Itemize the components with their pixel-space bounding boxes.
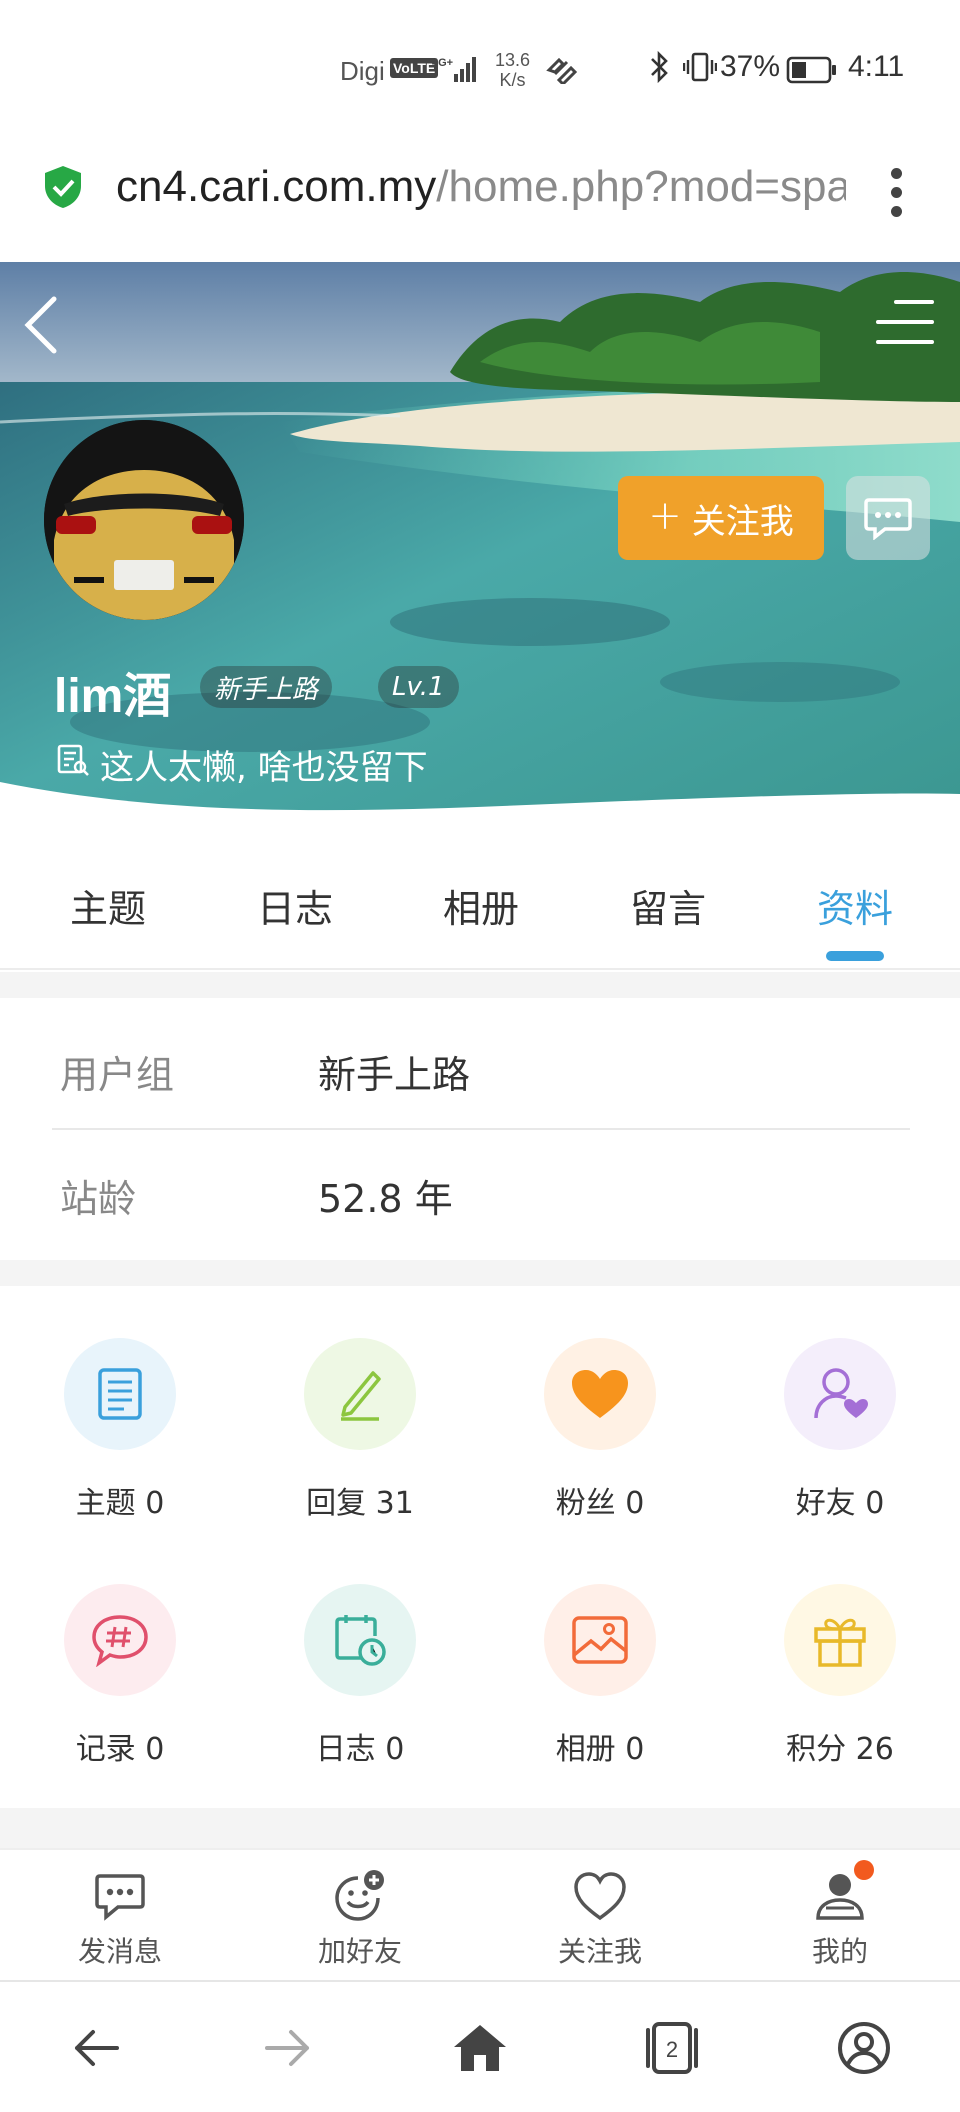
net-speed-unit: K/s xyxy=(499,70,526,90)
info-value: 52.8 年 xyxy=(318,1177,453,1221)
back-arrow-icon[interactable] xyxy=(20,295,64,355)
message-bubble-icon[interactable] xyxy=(846,476,930,560)
stat-label: 积分 26 xyxy=(786,1732,894,1767)
stat-friends[interactable]: 好友 0 xyxy=(740,1338,940,1522)
document-icon xyxy=(64,1338,176,1450)
my-account-button[interactable]: 我的 xyxy=(740,1860,940,1970)
browser-back-icon[interactable] xyxy=(64,2016,128,2080)
hashtag-bubble-icon xyxy=(64,1584,176,1696)
active-tab-indicator xyxy=(826,951,884,961)
pencil-icon xyxy=(304,1338,416,1450)
heart-icon xyxy=(544,1338,656,1450)
notification-dot xyxy=(854,1860,874,1880)
stat-label: 记录 0 xyxy=(75,1732,165,1767)
secure-shield-icon[interactable] xyxy=(42,164,84,210)
browser-menu-icon[interactable] xyxy=(882,164,910,220)
clock: 4:11 xyxy=(848,50,905,83)
stat-label: 相册 0 xyxy=(555,1732,645,1767)
status-bar: Digi VoLTE 4G+ 13.6 K/s 37% 4:11 xyxy=(0,0,960,120)
username: lim酒 xyxy=(54,670,172,723)
tab-count: 2 xyxy=(666,2037,678,2062)
net-speed-value: 13.6 xyxy=(495,50,531,70)
send-message-button[interactable]: 发消息 xyxy=(20,1868,220,1970)
stat-blogs[interactable]: 日志 0 xyxy=(260,1584,460,1768)
action-label: 关注我 xyxy=(557,1935,642,1968)
profile-tabs: 主题 日志 相册 留言 资料 xyxy=(0,838,960,970)
section-gap xyxy=(0,1260,960,1286)
hamburger-menu-icon[interactable] xyxy=(876,298,934,348)
signature-text: 这人太懒, 啥也没留下 xyxy=(100,748,428,788)
level-badge: Lv.1 xyxy=(378,666,459,708)
friend-icon xyxy=(784,1338,896,1450)
follow-button[interactable]: + 关注我 xyxy=(618,476,824,560)
stat-label: 回复 31 xyxy=(306,1486,414,1521)
url-domain: cn4.cari.com.my xyxy=(116,162,437,211)
stat-points[interactable]: 积分 26 xyxy=(740,1584,940,1768)
follow-button-label: 关注我 xyxy=(691,501,794,542)
action-label: 我的 xyxy=(811,1935,868,1968)
signature: 这人太懒, 啥也没留下 xyxy=(56,740,428,789)
signal-icon: 4G+ xyxy=(432,54,482,92)
bluetooth-icon xyxy=(648,50,672,92)
browser-tabs-icon[interactable]: 2 xyxy=(640,2016,704,2080)
browser-home-icon[interactable] xyxy=(448,2016,512,2080)
stat-albums[interactable]: 相册 0 xyxy=(500,1584,700,1768)
message-icon xyxy=(92,1868,148,1924)
stat-label: 主题 0 xyxy=(75,1486,165,1521)
stat-label: 粉丝 0 xyxy=(555,1486,645,1521)
action-label: 发消息 xyxy=(77,1935,162,1968)
tab-profile-info[interactable]: 资料 xyxy=(785,878,925,933)
tab-topics[interactable]: 主题 xyxy=(38,878,178,933)
calendar-clock-icon xyxy=(304,1584,416,1696)
user-icon xyxy=(812,1860,874,1924)
tab-album[interactable]: 相册 xyxy=(411,878,551,933)
tab-messages[interactable]: 留言 xyxy=(598,878,738,933)
net-speed: 13.6 K/s xyxy=(495,50,530,90)
divider xyxy=(52,1128,910,1130)
plus-icon: + xyxy=(648,493,682,539)
data-saver-icon xyxy=(545,56,578,92)
avatar[interactable] xyxy=(44,420,244,620)
info-label: 用户组 xyxy=(60,1053,175,1097)
stat-topics[interactable]: 主题 0 xyxy=(20,1338,220,1522)
info-row-user-group: 用户组 新手上路 xyxy=(52,1002,910,1126)
battery-percent: 37% xyxy=(720,50,781,83)
vibrate-icon xyxy=(682,50,718,92)
tab-blog[interactable]: 日志 xyxy=(225,878,365,933)
profile-action-bar: 发消息 加好友 关注我 我的 xyxy=(0,1848,960,1980)
browser-forward-icon[interactable] xyxy=(256,2016,320,2080)
browser-bottom-nav: 2 xyxy=(0,1980,960,2112)
url-text[interactable]: cn4.cari.com.my/home.php?mod=spa xyxy=(116,162,846,212)
browser-url-bar[interactable]: cn4.cari.com.my/home.php?mod=spa xyxy=(0,120,960,262)
gift-icon xyxy=(784,1584,896,1696)
network-type: 4G+ xyxy=(432,57,453,69)
info-label: 站龄 xyxy=(60,1177,137,1221)
stat-label: 好友 0 xyxy=(795,1486,885,1521)
info-row-site-age: 站龄 52.8 年 xyxy=(52,1126,910,1250)
add-friend-button[interactable]: 加好友 xyxy=(260,1868,460,1970)
add-friend-icon xyxy=(332,1868,388,1924)
info-value: 新手上路 xyxy=(318,1053,471,1097)
follow-me-button[interactable]: 关注我 xyxy=(500,1868,700,1970)
section-gap xyxy=(0,972,960,998)
user-group-badge: 新手上路 xyxy=(200,666,333,708)
stat-replies[interactable]: 回复 31 xyxy=(260,1338,460,1522)
browser-account-icon[interactable] xyxy=(832,2016,896,2080)
stats-grid: 主题 0 回复 31 粉丝 0 好友 0 记录 0 日志 0 相册 0 积分 2… xyxy=(0,1286,960,1808)
signature-icon xyxy=(56,743,90,786)
photo-icon xyxy=(544,1584,656,1696)
stat-label: 日志 0 xyxy=(315,1732,405,1767)
heart-outline-icon xyxy=(572,1868,628,1924)
section-gap xyxy=(0,1808,960,1848)
url-path: /home.php?mod=spa xyxy=(436,162,846,211)
stat-fans[interactable]: 粉丝 0 xyxy=(500,1338,700,1522)
action-label: 加好友 xyxy=(317,1935,402,1968)
battery-icon xyxy=(786,56,838,92)
carrier-name: Digi xyxy=(340,56,385,86)
stat-records[interactable]: 记录 0 xyxy=(20,1584,220,1768)
